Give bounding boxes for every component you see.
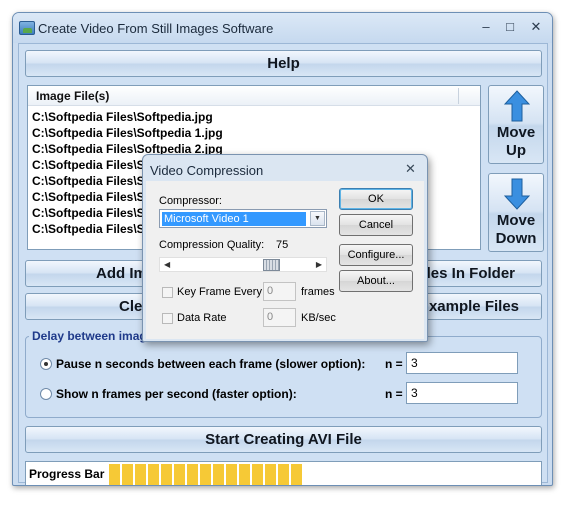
dialog-close-icon[interactable]: ✕ [405,161,416,177]
app-icon [19,21,35,35]
fps-radio[interactable] [40,388,52,400]
progress-segment [122,464,133,485]
list-header[interactable]: Image File(s) [28,86,480,106]
quality-label: Compression Quality: [159,239,265,251]
key-frame-label: Key Frame Every [177,286,262,298]
help-button[interactable]: Help [25,50,542,77]
arrow-up-icon [504,90,530,122]
n-label: n = [385,357,403,371]
progress-segment [187,464,198,485]
key-frame-unit: frames [301,286,335,298]
move-up-label: Move Up [496,124,536,159]
cancel-button[interactable]: Cancel [339,214,413,236]
list-item[interactable]: C:\Softpedia Files\So [32,158,152,174]
progress-bar: Progress Bar [25,461,542,485]
video-compression-dialog: Video Compression ✕ Compressor: Microsof… [142,154,428,342]
key-frame-checkbox[interactable] [162,287,173,298]
ok-button[interactable]: OK [339,188,413,210]
progress-segment [161,464,172,485]
start-creating-avi-button[interactable]: Start Creating AVI File [25,426,542,453]
move-up-button[interactable]: Move Up [488,85,544,164]
data-rate-input[interactable]: 0 [263,308,296,327]
compressor-selected-value: Microsoft Video 1 [162,212,306,226]
fps-option-label[interactable]: Show n frames per second (faster option)… [56,387,297,401]
close-button[interactable]: ✕ [525,18,547,36]
progress-segment [174,464,185,485]
list-item[interactable]: C:\Softpedia Files\Softpedia.jpg [32,110,213,126]
compressor-select[interactable]: Microsoft Video 1 ▼ [159,209,327,228]
progress-segment [213,464,224,485]
maximize-button[interactable]: □ [499,18,521,36]
compressor-label: Compressor: [159,195,222,207]
delay-group [25,336,542,418]
progress-segment [278,464,289,485]
n-label: n = [385,387,403,401]
window-title: Create Video From Still Images Software [38,21,274,36]
data-rate-checkbox[interactable] [162,313,173,324]
move-down-button[interactable]: Move Down [488,173,544,252]
pause-seconds-input[interactable]: 3 [406,352,518,374]
data-rate-unit: KB/sec [301,312,336,324]
progress-segment [226,464,237,485]
progress-segment [200,464,211,485]
configure-button[interactable]: Configure... [339,244,413,266]
minimize-button[interactable]: – [475,18,497,36]
progress-segment [265,464,276,485]
move-down-label: Move Down [495,212,537,247]
pause-option-label[interactable]: Pause n seconds between each frame (slow… [56,357,365,371]
list-item[interactable]: C:\Softpedia Files\So [32,222,152,238]
progress-segment [135,464,146,485]
list-item[interactable]: C:\Softpedia Files\Softpedia 1.jpg [32,126,223,142]
title-bar[interactable]: Create Video From Still Images Software … [13,13,552,43]
slider-left-arrow-icon[interactable]: ◀ [164,260,170,269]
chevron-down-icon[interactable]: ▼ [310,211,325,226]
quality-slider[interactable]: ◀ ▶ [159,257,327,272]
pause-radio[interactable] [40,358,52,370]
key-frame-input[interactable]: 0 [263,282,296,301]
progress-label: Progress Bar [29,467,105,481]
progress-segment [252,464,263,485]
progress-segment [239,464,250,485]
data-rate-label: Data Rate [177,312,227,324]
list-item[interactable]: C:\Softpedia Files\So [32,206,152,222]
list-item[interactable]: C:\Softpedia Files\So [32,190,152,206]
slider-thumb[interactable] [263,259,280,271]
progress-segment [148,464,159,485]
column-separator [458,88,459,104]
arrow-down-icon [504,178,530,210]
progress-segment [291,464,302,485]
fps-input[interactable]: 3 [406,382,518,404]
dialog-body: Compressor: Microsoft Video 1 ▼ Compress… [146,181,424,339]
list-item[interactable]: C:\Softpedia Files\So [32,174,152,190]
dialog-title: Video Compression [150,163,264,178]
quality-value: 75 [276,239,289,251]
delay-group-title: Delay between imag [29,329,150,343]
about-button[interactable]: About... [339,270,413,292]
slider-right-arrow-icon[interactable]: ▶ [316,260,322,269]
progress-segment [109,464,120,485]
column-header-image-files[interactable]: Image File(s) [36,89,109,103]
